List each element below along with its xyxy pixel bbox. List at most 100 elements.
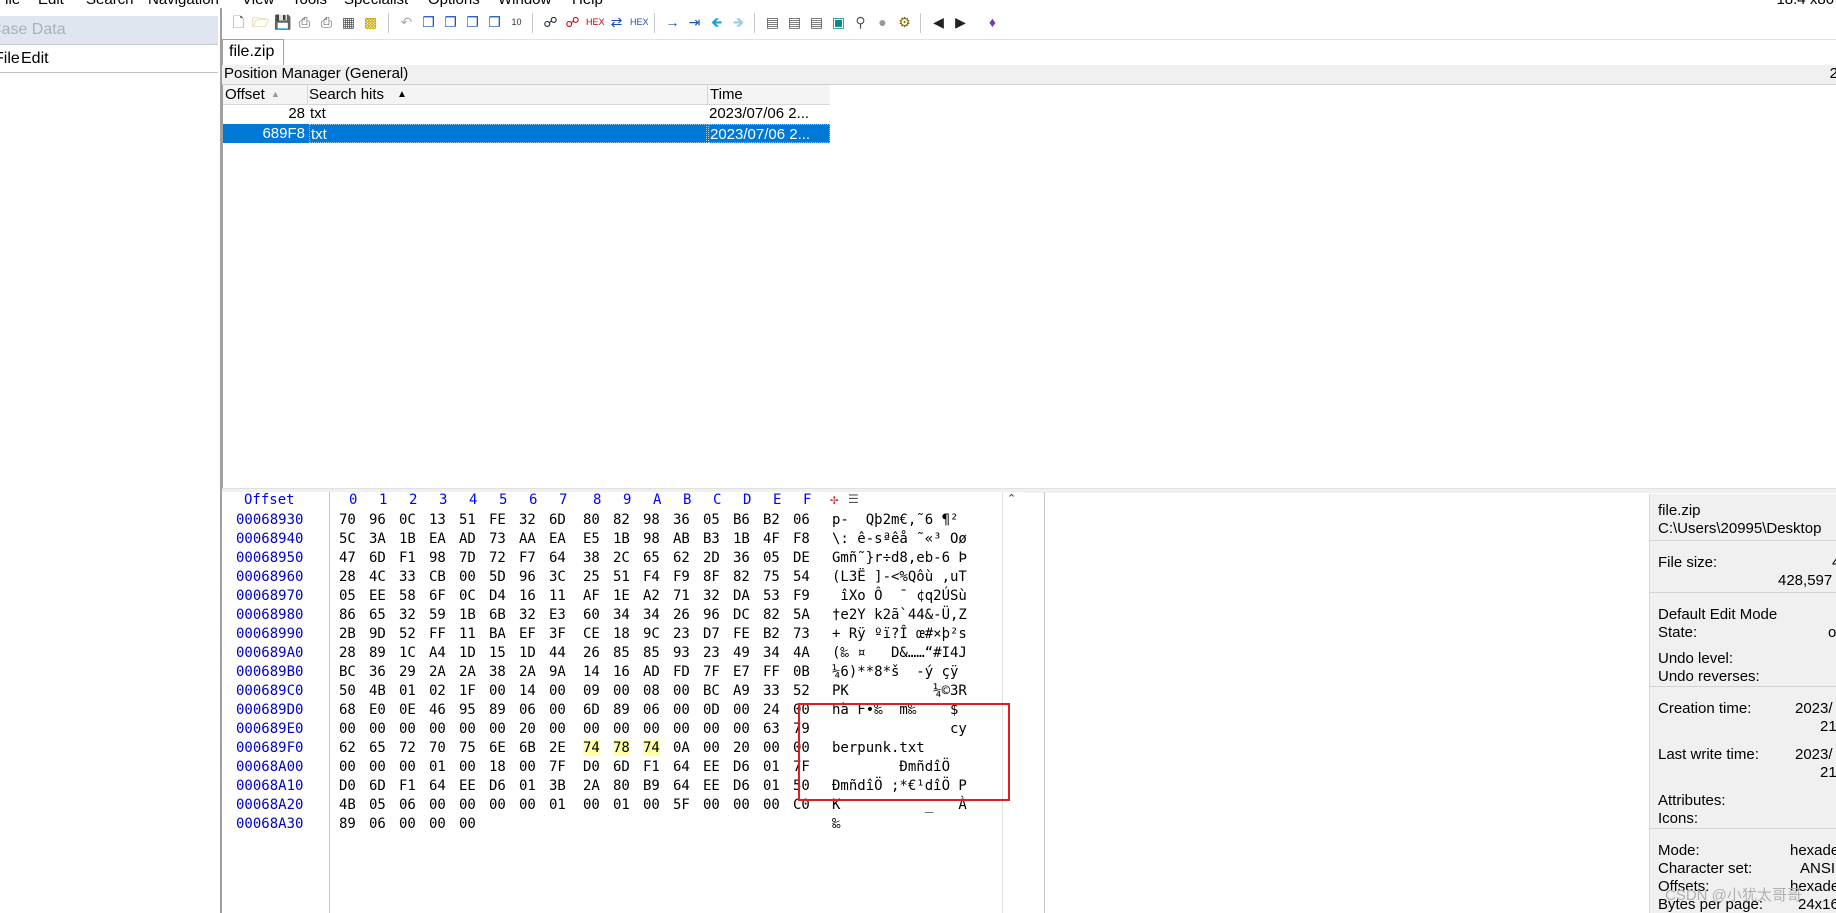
new-file-icon[interactable]: 🗋: [230, 14, 247, 31]
hex-byte[interactable]: 00: [489, 797, 506, 813]
hex-byte[interactable]: 65: [369, 740, 386, 756]
menu-help[interactable]: Help: [572, 0, 603, 8]
hex-byte[interactable]: 65: [643, 550, 660, 566]
hex-byte[interactable]: CE: [583, 626, 600, 642]
table-row[interactable]: 28 txt 2023/07/06 2...: [223, 104, 830, 123]
hex-byte[interactable]: 00: [703, 721, 720, 737]
forward-icon[interactable]: 🡺: [730, 14, 747, 31]
drive-icon[interactable]: ▤: [786, 14, 803, 31]
hex-byte[interactable]: 01: [399, 683, 416, 699]
hex-byte[interactable]: 3F: [549, 626, 566, 642]
hex-byte[interactable]: 06: [369, 816, 386, 832]
hex-byte[interactable]: FE: [489, 512, 506, 528]
hex-byte[interactable]: 53: [763, 588, 780, 604]
hex-byte[interactable]: 38: [583, 550, 600, 566]
hex-byte[interactable]: 36: [673, 512, 690, 528]
hex-byte[interactable]: 3C: [549, 569, 566, 585]
goto-offset-icon[interactable]: →: [664, 14, 681, 31]
menu-specialist[interactable]: Specialist: [344, 0, 408, 8]
menu-options[interactable]: Options: [428, 0, 480, 8]
calc-icon[interactable]: ⚙: [896, 14, 913, 31]
menu-view[interactable]: View: [242, 0, 274, 8]
list-icon[interactable]: ☰: [848, 492, 859, 506]
hex-byte[interactable]: 64: [429, 778, 446, 794]
save-icon[interactable]: 💾: [274, 14, 291, 31]
hex-byte[interactable]: 11: [549, 588, 566, 604]
hex-byte[interactable]: 00: [549, 683, 566, 699]
hex-byte[interactable]: 85: [643, 645, 660, 661]
hex-byte[interactable]: BC: [703, 683, 720, 699]
next-icon[interactable]: ▶: [952, 14, 969, 31]
hex-byte[interactable]: EA: [549, 531, 566, 547]
hex-byte[interactable]: 09: [583, 683, 600, 699]
hex-byte[interactable]: 0D: [703, 702, 720, 718]
hex-byte[interactable]: 00: [519, 797, 536, 813]
hex-byte[interactable]: 32: [519, 512, 536, 528]
hex-byte[interactable]: 1B: [733, 531, 750, 547]
hex-byte[interactable]: 01: [613, 797, 630, 813]
text-line[interactable]: Gmñ˜}r÷d8,eb-6 Þ: [832, 550, 967, 566]
hex-byte[interactable]: 00: [549, 702, 566, 718]
hex-byte[interactable]: 00: [459, 721, 476, 737]
hex-byte[interactable]: 50: [339, 683, 356, 699]
hex-byte[interactable]: D6: [733, 778, 750, 794]
hex-byte[interactable]: 64: [673, 759, 690, 775]
hex-byte[interactable]: 6E: [489, 740, 506, 756]
hex-byte[interactable]: 51: [613, 569, 630, 585]
hex-byte[interactable]: 95: [459, 702, 476, 718]
hex-copy-icon[interactable]: 10: [508, 14, 525, 31]
hex-byte[interactable]: 89: [339, 816, 356, 832]
hex-byte[interactable]: 85: [613, 645, 630, 661]
menu-tools[interactable]: Tools: [292, 0, 327, 8]
hex-byte[interactable]: 00: [613, 721, 630, 737]
hex-byte[interactable]: F1: [399, 778, 416, 794]
hex-byte[interactable]: D0: [583, 759, 600, 775]
hex-byte[interactable]: 00: [399, 759, 416, 775]
hex-byte[interactable]: 3A: [369, 531, 386, 547]
hex-byte[interactable]: 78: [613, 740, 630, 756]
hex-byte[interactable]: 01: [519, 778, 536, 794]
hex-byte[interactable]: 1C: [399, 645, 416, 661]
hex-byte[interactable]: 0C: [459, 588, 476, 604]
hex-byte[interactable]: FE: [733, 626, 750, 642]
hex-byte[interactable]: 54: [793, 569, 810, 585]
text-line[interactable]: PK ¼©3R: [832, 683, 967, 699]
hex-byte[interactable]: 01: [763, 759, 780, 775]
hex-byte[interactable]: 05: [763, 550, 780, 566]
hex-byte[interactable]: AA: [519, 531, 536, 547]
hex-byte[interactable]: 05: [369, 797, 386, 813]
hex-byte[interactable]: 00: [643, 721, 660, 737]
hex-byte[interactable]: 5C: [339, 531, 356, 547]
hex-byte[interactable]: 32: [703, 588, 720, 604]
hex-byte[interactable]: 3B: [549, 778, 566, 794]
hex-byte[interactable]: 63: [763, 721, 780, 737]
case-menu-file[interactable]: File: [0, 50, 20, 68]
case-menu-edit[interactable]: Edit: [21, 50, 49, 68]
hex-byte[interactable]: 89: [489, 702, 506, 718]
hex-byte[interactable]: F7: [519, 550, 536, 566]
hex-byte[interactable]: 2A: [429, 664, 446, 680]
cut-icon[interactable]: ❐: [486, 14, 503, 31]
text-line[interactable]: p- Qþ2m€,˜6 ¶²: [832, 512, 967, 528]
hex-byte[interactable]: 2A: [519, 664, 536, 680]
hex-byte[interactable]: D6: [733, 759, 750, 775]
hex-byte[interactable]: 00: [763, 740, 780, 756]
open-file-icon[interactable]: 🗁: [252, 14, 269, 31]
hex-byte[interactable]: 6D: [369, 550, 386, 566]
hex-byte[interactable]: 6D: [583, 702, 600, 718]
hex-byte[interactable]: 72: [489, 550, 506, 566]
hex-byte[interactable]: 33: [763, 683, 780, 699]
hex-byte[interactable]: 62: [673, 550, 690, 566]
hex-byte[interactable]: 00: [459, 759, 476, 775]
hex-byte[interactable]: 58: [399, 588, 416, 604]
hex-byte[interactable]: 32: [399, 607, 416, 623]
text-line[interactable]: (L3Ë ]-<%Qôù ,uT: [832, 569, 967, 585]
hex-byte[interactable]: 18: [613, 626, 630, 642]
hex-byte[interactable]: 00: [369, 721, 386, 737]
column-header-offset[interactable]: Offset ▲: [223, 85, 308, 104]
hex-byte[interactable]: 7F: [703, 664, 720, 680]
hex-byte[interactable]: 80: [583, 512, 600, 528]
hex-byte[interactable]: BC: [339, 664, 356, 680]
menu-file[interactable]: File: [0, 0, 20, 8]
hex-byte[interactable]: F1: [399, 550, 416, 566]
